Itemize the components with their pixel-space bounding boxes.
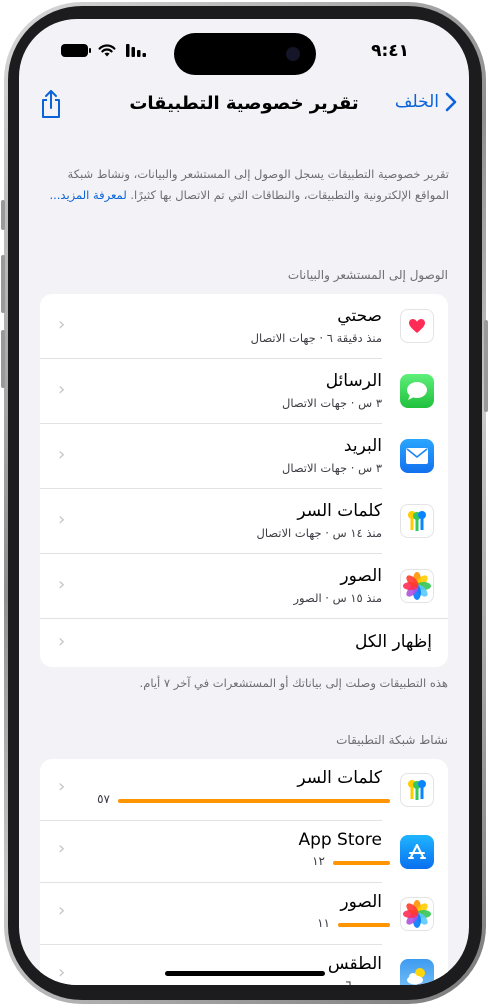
network-row-weather[interactable]: الطقس ٦ ‹ [40, 945, 448, 985]
home-indicator[interactable] [165, 971, 325, 976]
chevron-icon: ‹ [58, 509, 66, 530]
show-all-label: إظهار الكل [354, 632, 432, 652]
chevron-icon: ‹ [58, 444, 66, 465]
sensor-access-card: صحتي منذ دقيقة ٦ · جهات الاتصال ‹ الرسائ… [40, 294, 448, 667]
sensor-row-photos[interactable]: الصور منذ ١٥ س · الصور ‹ [40, 554, 448, 619]
chevron-back-icon [445, 92, 457, 112]
network-section-header: نشاط شبكة التطبيقات [336, 733, 448, 747]
learn-more-link[interactable]: لمعرفة المزيد... [49, 188, 126, 202]
network-count: ٥٧ [97, 792, 110, 806]
status-time: ٩:٤١ [371, 41, 409, 61]
chevron-icon: ‹ [58, 776, 66, 797]
chevron-icon: ‹ [58, 900, 66, 921]
back-button[interactable]: الخلف [395, 92, 457, 112]
passwords-icon [400, 773, 434, 807]
app-store-icon [400, 835, 434, 869]
messages-icon [400, 374, 434, 408]
photos-icon [400, 569, 434, 603]
side-button [484, 320, 488, 412]
sensor-row-mail[interactable]: البريد ٣ س · جهات الاتصال ‹ [40, 424, 448, 489]
network-activity-card: كلمات السر ٥٧ ‹ App Store ١٢ ‹ الصور ١١ … [40, 759, 448, 985]
network-row-passwords[interactable]: كلمات السر ٥٧ ‹ [40, 759, 448, 821]
network-row-app-store[interactable]: App Store ١٢ ‹ [40, 821, 448, 883]
row-title: الرسائل [325, 371, 382, 391]
chevron-icon: ‹ [58, 962, 66, 983]
chevron-icon: ‹ [58, 314, 66, 335]
navigation-bar: تقرير خصوصية التطبيقات الخلف [19, 89, 469, 125]
front-camera [286, 47, 300, 61]
network-row-photos[interactable]: الصور ١١ ‹ [40, 883, 448, 945]
network-bar [118, 799, 390, 803]
row-subtitle: ٣ س · جهات الاتصال [281, 461, 382, 475]
health-icon [400, 309, 434, 343]
volume-down-button [1, 330, 5, 388]
sensor-row-messages[interactable]: الرسائل ٣ س · جهات الاتصال ‹ [40, 359, 448, 424]
row-subtitle: منذ ١٤ س · جهات الاتصال [256, 526, 382, 540]
action-button [1, 200, 5, 230]
chevron-icon: ‹ [58, 379, 66, 400]
row-subtitle: منذ دقيقة ٦ · جهات الاتصال [250, 331, 382, 345]
photos-icon [400, 897, 434, 931]
sensor-row-health[interactable]: صحتي منذ دقيقة ٦ · جهات الاتصال ‹ [40, 294, 448, 359]
network-bar [338, 923, 390, 927]
back-label: الخلف [394, 92, 439, 112]
network-count: ٦ [345, 978, 352, 985]
status-icons [61, 44, 146, 57]
network-bar [333, 861, 390, 865]
row-title: كلمات السر [297, 501, 382, 521]
chevron-icon: ‹ [58, 838, 66, 859]
row-title: الصور [340, 566, 382, 586]
weather-icon [400, 959, 434, 985]
row-title: App Store [298, 830, 382, 850]
sensor-row-passwords[interactable]: كلمات السر منذ ١٤ س · جهات الاتصال ‹ [40, 489, 448, 554]
row-title: البريد [343, 436, 382, 456]
mail-icon [400, 439, 434, 473]
intro-text: تقرير خصوصية التطبيقات يسجل الوصول إلى ا… [41, 164, 449, 206]
cellular-signal-icon [126, 44, 146, 57]
chevron-icon: ‹ [58, 574, 66, 595]
passwords-icon [400, 504, 434, 538]
row-title: صحتي [337, 306, 382, 326]
network-count: ١١ [317, 916, 330, 930]
wifi-icon [98, 44, 116, 57]
dynamic-island [174, 33, 316, 75]
show-all-row[interactable]: إظهار الكل ‹ [40, 619, 448, 667]
volume-up-button [1, 255, 5, 313]
network-count: ١٢ [312, 854, 325, 868]
battery-icon [61, 44, 91, 57]
row-subtitle: منذ ١٥ س · الصور [293, 591, 382, 605]
row-title: الصور [340, 892, 382, 912]
row-title: كلمات السر [297, 768, 382, 788]
row-subtitle: ٣ س · جهات الاتصال [281, 396, 382, 410]
sensor-section-header: الوصول إلى المستشعر والبيانات [287, 268, 448, 282]
screen: ٩:٤١ تقرير خصوصية التطبيقات الخلف تقرير … [19, 19, 469, 985]
chevron-icon: ‹ [58, 631, 66, 652]
row-title: الطقس [327, 954, 382, 974]
sensor-footer-note: هذه التطبيقات وصلت إلى بياناتك أو المستش… [139, 676, 448, 690]
